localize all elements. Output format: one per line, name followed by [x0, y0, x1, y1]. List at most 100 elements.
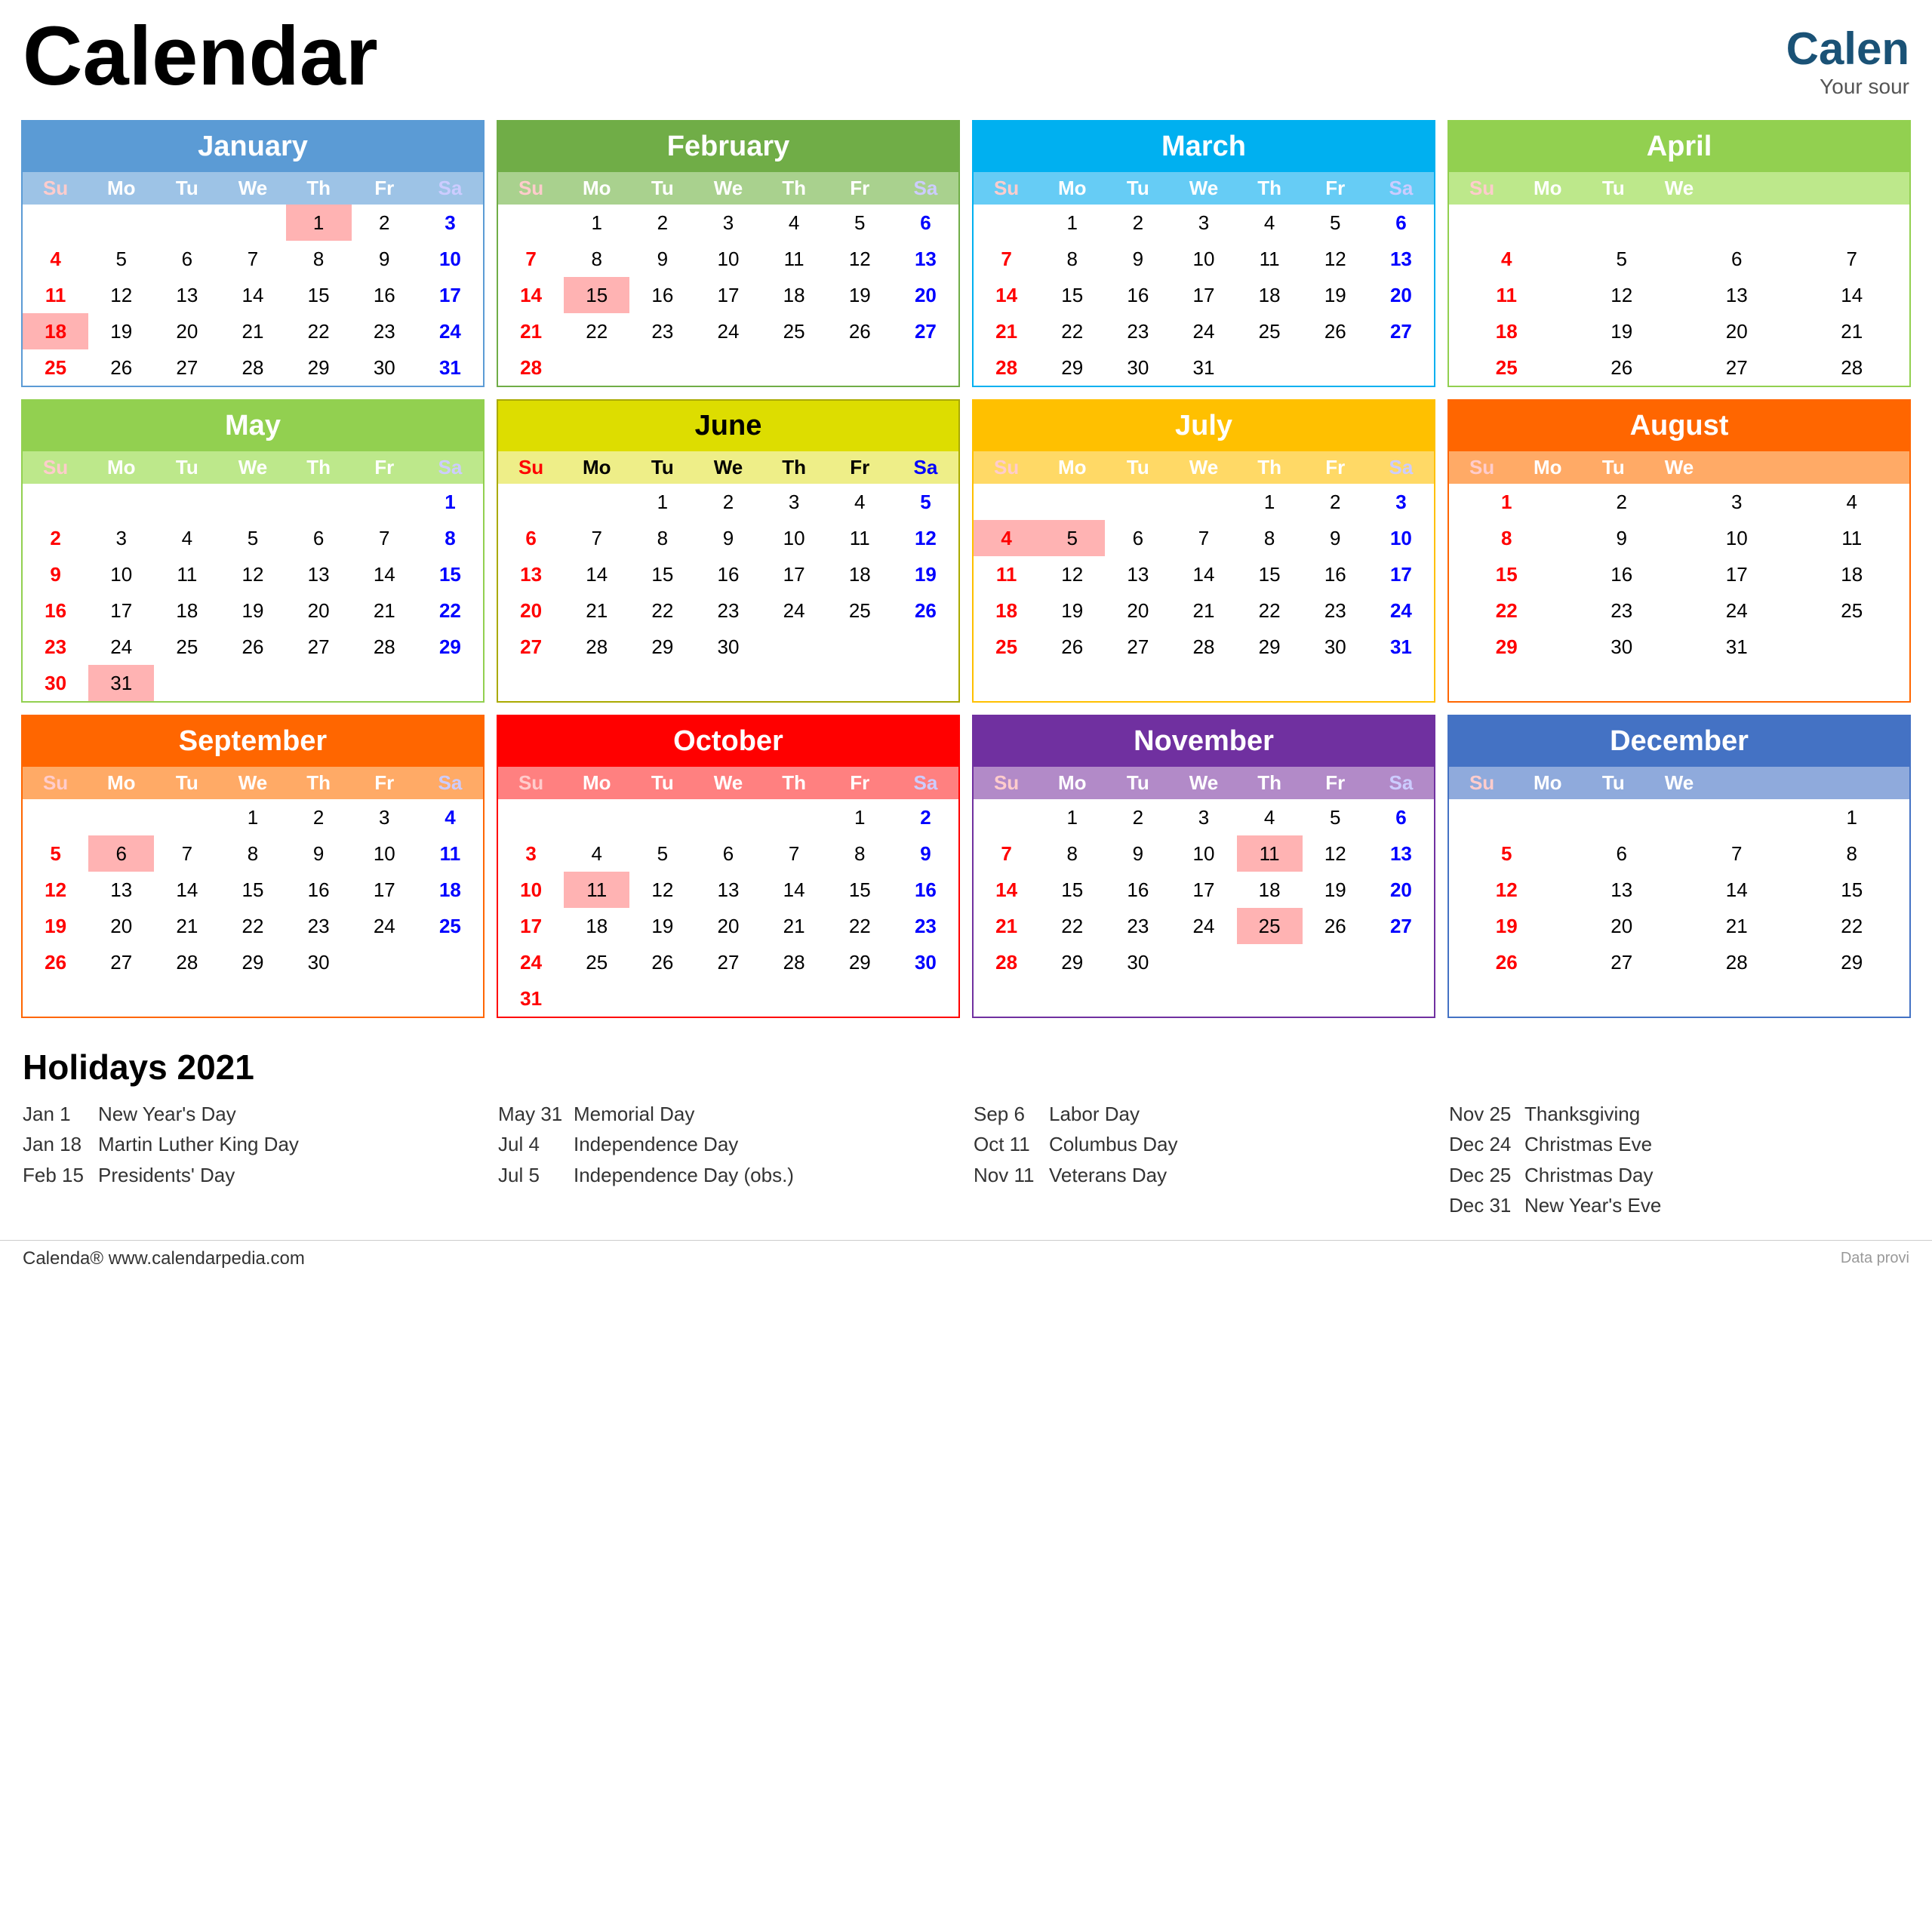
day-cell: 11: [1237, 241, 1303, 277]
day-cell: 15: [1795, 872, 1910, 908]
day-cell: 18: [417, 872, 483, 908]
day-of-week-label: Fr: [1303, 767, 1368, 799]
day-cell: 21: [564, 592, 629, 629]
day-cell: 1: [1449, 484, 1564, 520]
holiday-column-1: May 31Memorial DayJul 4Independence DayJ…: [498, 1099, 958, 1221]
holidays-title: Holidays 2021: [23, 1047, 1909, 1088]
day-cell: 23: [352, 313, 417, 349]
day-cell: 25: [1795, 592, 1910, 629]
holiday-column-2: Sep 6Labor DayOct 11Columbus DayNov 11Ve…: [974, 1099, 1434, 1221]
day-cell: 27: [1368, 313, 1434, 349]
day-cell: 8: [1237, 520, 1303, 556]
day-cell: 13: [1368, 241, 1434, 277]
day-cell: 8: [1039, 835, 1105, 872]
day-cell: 7: [974, 835, 1039, 872]
day-of-week-label: Tu: [1580, 767, 1646, 799]
empty-day: [1039, 484, 1105, 520]
day-cell: 3: [1368, 484, 1434, 520]
day-cell: 8: [286, 241, 352, 277]
day-cell: 17: [761, 556, 827, 592]
day-cell: 24: [352, 908, 417, 944]
day-cell: 25: [564, 944, 629, 980]
day-cell: 20: [1368, 277, 1434, 313]
day-of-week-label: We: [695, 767, 761, 799]
day-cell: 13: [498, 556, 564, 592]
page-title: Calendar: [23, 15, 378, 98]
day-cell: 15: [1039, 277, 1105, 313]
day-cell: 10: [1368, 520, 1434, 556]
day-of-week-label: Tu: [1580, 172, 1646, 205]
day-cell: 29: [220, 944, 285, 980]
holidays-section: Holidays 2021 Jan 1New Year's DayJan 18M…: [0, 1032, 1932, 1236]
day-cell: 30: [1105, 944, 1171, 980]
day-cell: 2: [352, 205, 417, 241]
day-cell: 25: [23, 349, 88, 386]
day-cell: 5: [220, 520, 285, 556]
day-cell: 23: [695, 592, 761, 629]
days-header-jun: SuMoTuWeThFrSa: [498, 451, 958, 484]
day-cell: 9: [893, 835, 958, 872]
holiday-date: Nov 25: [1449, 1100, 1524, 1128]
day-cell: 18: [974, 592, 1039, 629]
day-cell: 23: [1303, 592, 1368, 629]
day-cell: 18: [23, 313, 88, 349]
days-header-aug: SuMoTuWe: [1449, 451, 1909, 484]
day-cell: 28: [352, 629, 417, 665]
day-of-week-label: Mo: [564, 767, 629, 799]
day-cell: 18: [154, 592, 220, 629]
day-of-week-label: Su: [974, 767, 1039, 799]
day-of-week-label: We: [1171, 767, 1236, 799]
day-cell: 19: [23, 908, 88, 944]
day-cell: 12: [1039, 556, 1105, 592]
day-cell: 20: [893, 277, 958, 313]
day-cell: 1: [1237, 484, 1303, 520]
day-cell: 21: [154, 908, 220, 944]
days-grid-feb: 1234567891011121314151617181920212223242…: [498, 205, 958, 386]
day-cell: 29: [1449, 629, 1564, 665]
day-of-week-label: Tu: [154, 172, 220, 205]
header: Calendar Calen Your sour: [0, 0, 1932, 106]
month-header-sep: September: [23, 716, 483, 767]
day-cell: 12: [220, 556, 285, 592]
day-cell: 9: [1105, 241, 1171, 277]
day-cell: 15: [286, 277, 352, 313]
day-of-week-label: Su: [974, 172, 1039, 205]
day-cell: 12: [1449, 872, 1564, 908]
day-cell: 11: [1795, 520, 1910, 556]
day-cell: 29: [1039, 349, 1105, 386]
day-of-week-label: Sa: [417, 451, 483, 484]
days-grid-aug: 12348910111516171822232425293031: [1449, 484, 1909, 665]
month-header-feb: February: [498, 122, 958, 172]
day-cell: 22: [1795, 908, 1910, 944]
day-cell: 6: [695, 835, 761, 872]
day-cell: 18: [1237, 872, 1303, 908]
days-header-apr: SuMoTuWe: [1449, 172, 1909, 205]
month-oct: OctoberSuMoTuWeThFrSa1234567891011121314…: [497, 715, 960, 1018]
empty-day: [974, 205, 1039, 241]
day-of-week-label: Th: [286, 767, 352, 799]
month-may: MaySuMoTuWeThFrSa12345678910111213141516…: [21, 399, 485, 703]
day-of-week-label: Mo: [88, 172, 154, 205]
day-cell: 2: [893, 799, 958, 835]
day-cell: 4: [1237, 205, 1303, 241]
holiday-item: Jan 18Martin Luther King Day: [23, 1129, 483, 1159]
day-of-week-label: We: [1171, 172, 1236, 205]
day-cell: 18: [1237, 277, 1303, 313]
day-cell: 27: [1105, 629, 1171, 665]
day-of-week-label: Sa: [1368, 767, 1434, 799]
day-cell: 16: [893, 872, 958, 908]
day-of-week-label: Fr: [1303, 451, 1368, 484]
footer: Calenda® www.calendarpedia.com Data prov…: [0, 1240, 1932, 1277]
day-cell: 19: [1564, 313, 1680, 349]
day-cell: 6: [893, 205, 958, 241]
day-cell: 20: [154, 313, 220, 349]
footer-right: Data provi: [1841, 1250, 1909, 1267]
days-grid-sep: 1234567891011121314151617181920212223242…: [23, 799, 483, 980]
day-cell: 17: [1171, 277, 1236, 313]
day-of-week-label: Mo: [1515, 767, 1580, 799]
day-cell: 13: [88, 872, 154, 908]
day-cell: 5: [827, 205, 893, 241]
day-cell: 30: [352, 349, 417, 386]
day-cell: 15: [417, 556, 483, 592]
day-cell: 9: [1303, 520, 1368, 556]
